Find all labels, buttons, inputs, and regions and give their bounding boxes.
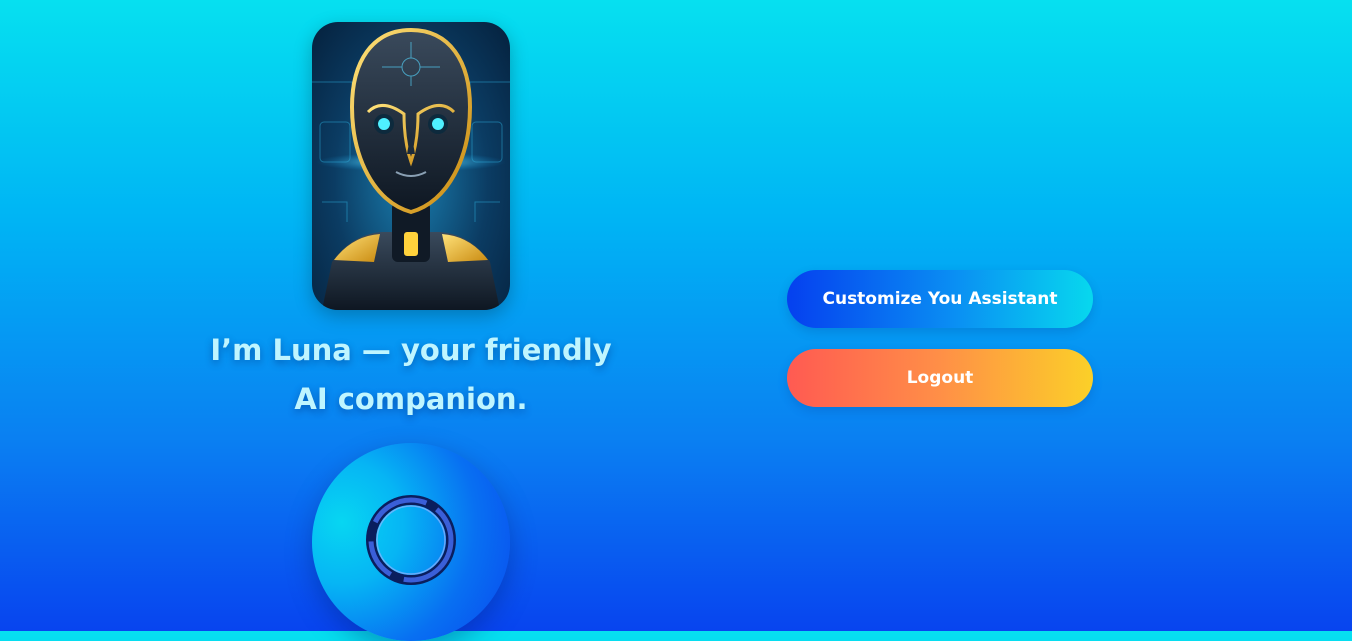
voice-activation-button[interactable] [312,443,510,641]
tagline-line-2: AI companion. [294,382,528,416]
logout-button[interactable]: Logout [787,349,1093,407]
customize-assistant-button[interactable]: Customize You Assistant [787,270,1093,328]
voice-ring-icon [366,495,456,585]
robot-portrait-icon [312,27,510,310]
assistant-avatar [312,22,510,310]
assistant-tagline: I’m Luna — your friendly AI companion. [180,326,642,424]
tagline-line-1: I’m Luna — your friendly [210,333,612,367]
